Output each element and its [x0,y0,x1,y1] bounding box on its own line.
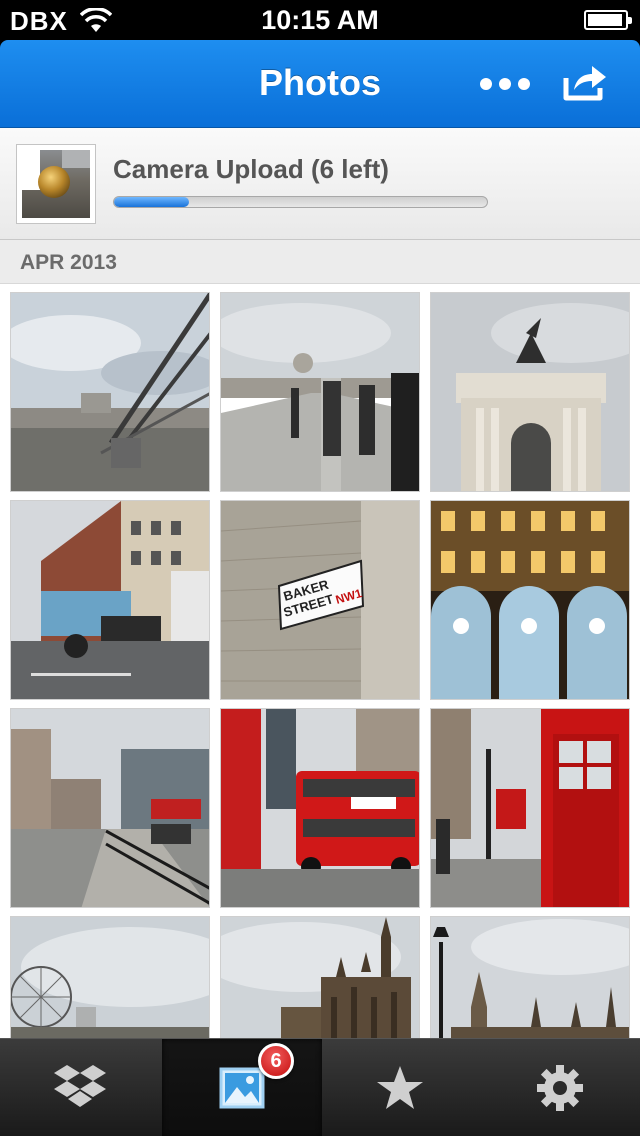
photo-thumbnail[interactable] [430,708,630,908]
dot-icon [480,78,492,90]
upload-status-label: Camera Upload (6 left) [113,154,389,184]
photo-grid: BAKER STREET NW1 [0,284,640,1038]
date-section-header: APR 2013 [0,240,640,284]
clock: 10:15 AM [261,5,379,35]
more-options-button[interactable] [478,64,532,104]
tab-favorites[interactable] [320,1039,480,1136]
section-date-label: APR 2013 [20,251,117,274]
photo-thumbnail[interactable] [10,292,210,492]
gear-icon [537,1065,583,1111]
dropbox-icon [54,1065,106,1107]
camera-upload-panel[interactable]: Camera Upload (6 left) [0,128,640,240]
photo-thumbnail[interactable] [430,500,630,700]
tab-photos[interactable]: 6 [162,1039,322,1136]
star-icon [377,1066,423,1109]
photo-thumbnail[interactable]: BAKER STREET NW1 [220,500,420,700]
dot-icon [499,78,511,90]
battery-icon [584,10,632,30]
photo-thumbnail[interactable] [220,708,420,908]
tab-dropbox[interactable] [0,1039,160,1136]
upload-progress-fill [114,197,189,207]
tab-settings[interactable] [480,1039,640,1136]
photo-thumbnail[interactable] [10,500,210,700]
photo-thumbnail[interactable] [10,708,210,908]
share-icon[interactable] [560,60,610,104]
photo-thumbnail[interactable] [430,292,630,492]
upload-count-badge: 6 [258,1043,294,1079]
navigation-bar: Photos [0,40,640,128]
photo-thumbnail[interactable] [430,916,630,1038]
status-bar: DBX 10:15 AM [0,0,640,40]
page-title: Photos [259,62,381,103]
photo-thumbnail[interactable] [220,916,420,1038]
photo-thumbnail[interactable] [220,292,420,492]
tab-bar: 6 [0,1038,640,1136]
dot-icon [518,78,530,90]
upload-thumbnail [16,144,96,224]
photo-thumbnail[interactable] [10,916,210,1038]
photos-icon [219,1067,265,1109]
upload-progress-bar [113,196,488,208]
